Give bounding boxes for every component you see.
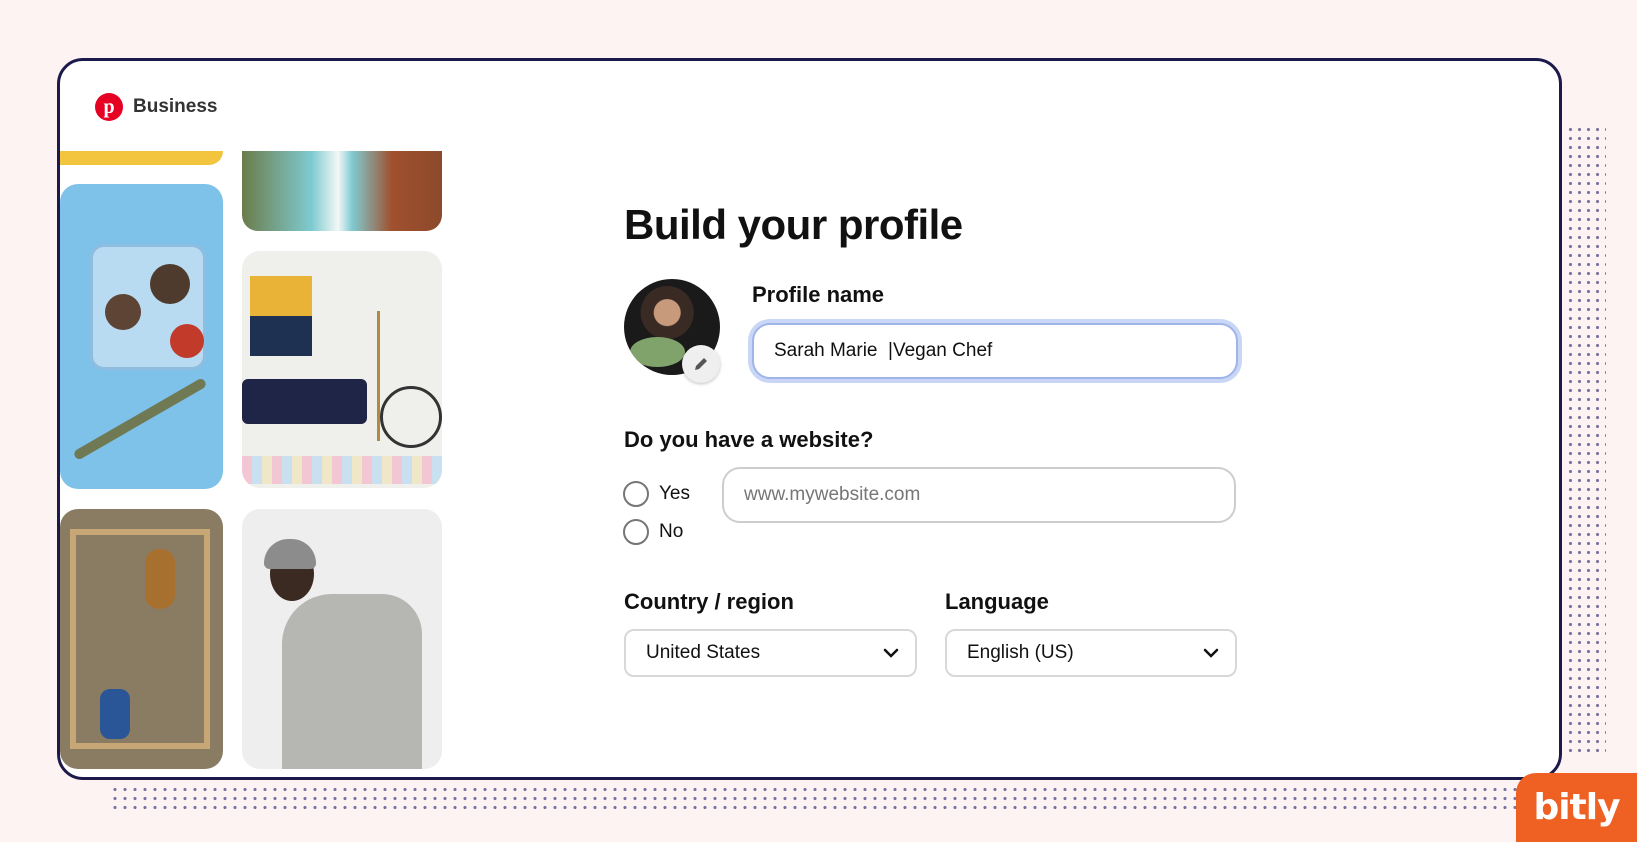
country-select[interactable]: United States — [624, 629, 917, 677]
image-tile-kids-bunk — [60, 509, 223, 769]
bitly-logo: bitly — [1516, 773, 1637, 842]
language-label: Language — [945, 589, 1049, 614]
website-input[interactable]: www.mywebsite.com — [722, 467, 1236, 523]
image-tile-fashion-man — [242, 509, 442, 769]
pinterest-logo-icon: p — [95, 93, 123, 121]
radio-no-label: No — [659, 521, 684, 542]
profile-name-label: Profile name — [752, 282, 885, 307]
image-tile-waterfall — [242, 151, 442, 231]
pencil-icon — [695, 358, 707, 370]
decorative-dots-bottom — [110, 785, 1590, 811]
radio-no[interactable]: No — [623, 519, 683, 545]
website-placeholder: www.mywebsite.com — [744, 484, 921, 505]
image-tile-living-room — [242, 251, 442, 488]
profile-name-value: Sarah Marie |Vegan Chef — [774, 340, 993, 361]
radio-yes[interactable]: Yes — [623, 481, 690, 507]
brand-name: Business — [133, 96, 218, 117]
image-tile-top-yellow — [60, 151, 223, 165]
profile-name-input[interactable]: Sarah Marie |Vegan Chef — [752, 323, 1238, 379]
language-value: English (US) — [967, 642, 1074, 663]
website-question: Do you have a website? — [624, 427, 874, 452]
edit-avatar-button[interactable] — [682, 345, 720, 383]
page-title: Build your profile — [624, 201, 963, 248]
language-select[interactable]: English (US) — [945, 629, 1237, 677]
radio-yes-label: Yes — [659, 483, 690, 504]
radio-no-circle[interactable] — [623, 519, 649, 545]
country-label: Country / region — [624, 589, 794, 614]
app-window: p Business Build your profile Profile na… — [57, 58, 1562, 780]
brand-header[interactable]: p Business — [95, 93, 217, 121]
decorative-dots-right — [1566, 125, 1606, 755]
chevron-down-icon — [883, 648, 899, 658]
radio-yes-circle[interactable] — [623, 481, 649, 507]
image-tile-food-plate — [60, 184, 223, 489]
chevron-down-icon — [1203, 648, 1219, 658]
country-value: United States — [646, 642, 761, 663]
